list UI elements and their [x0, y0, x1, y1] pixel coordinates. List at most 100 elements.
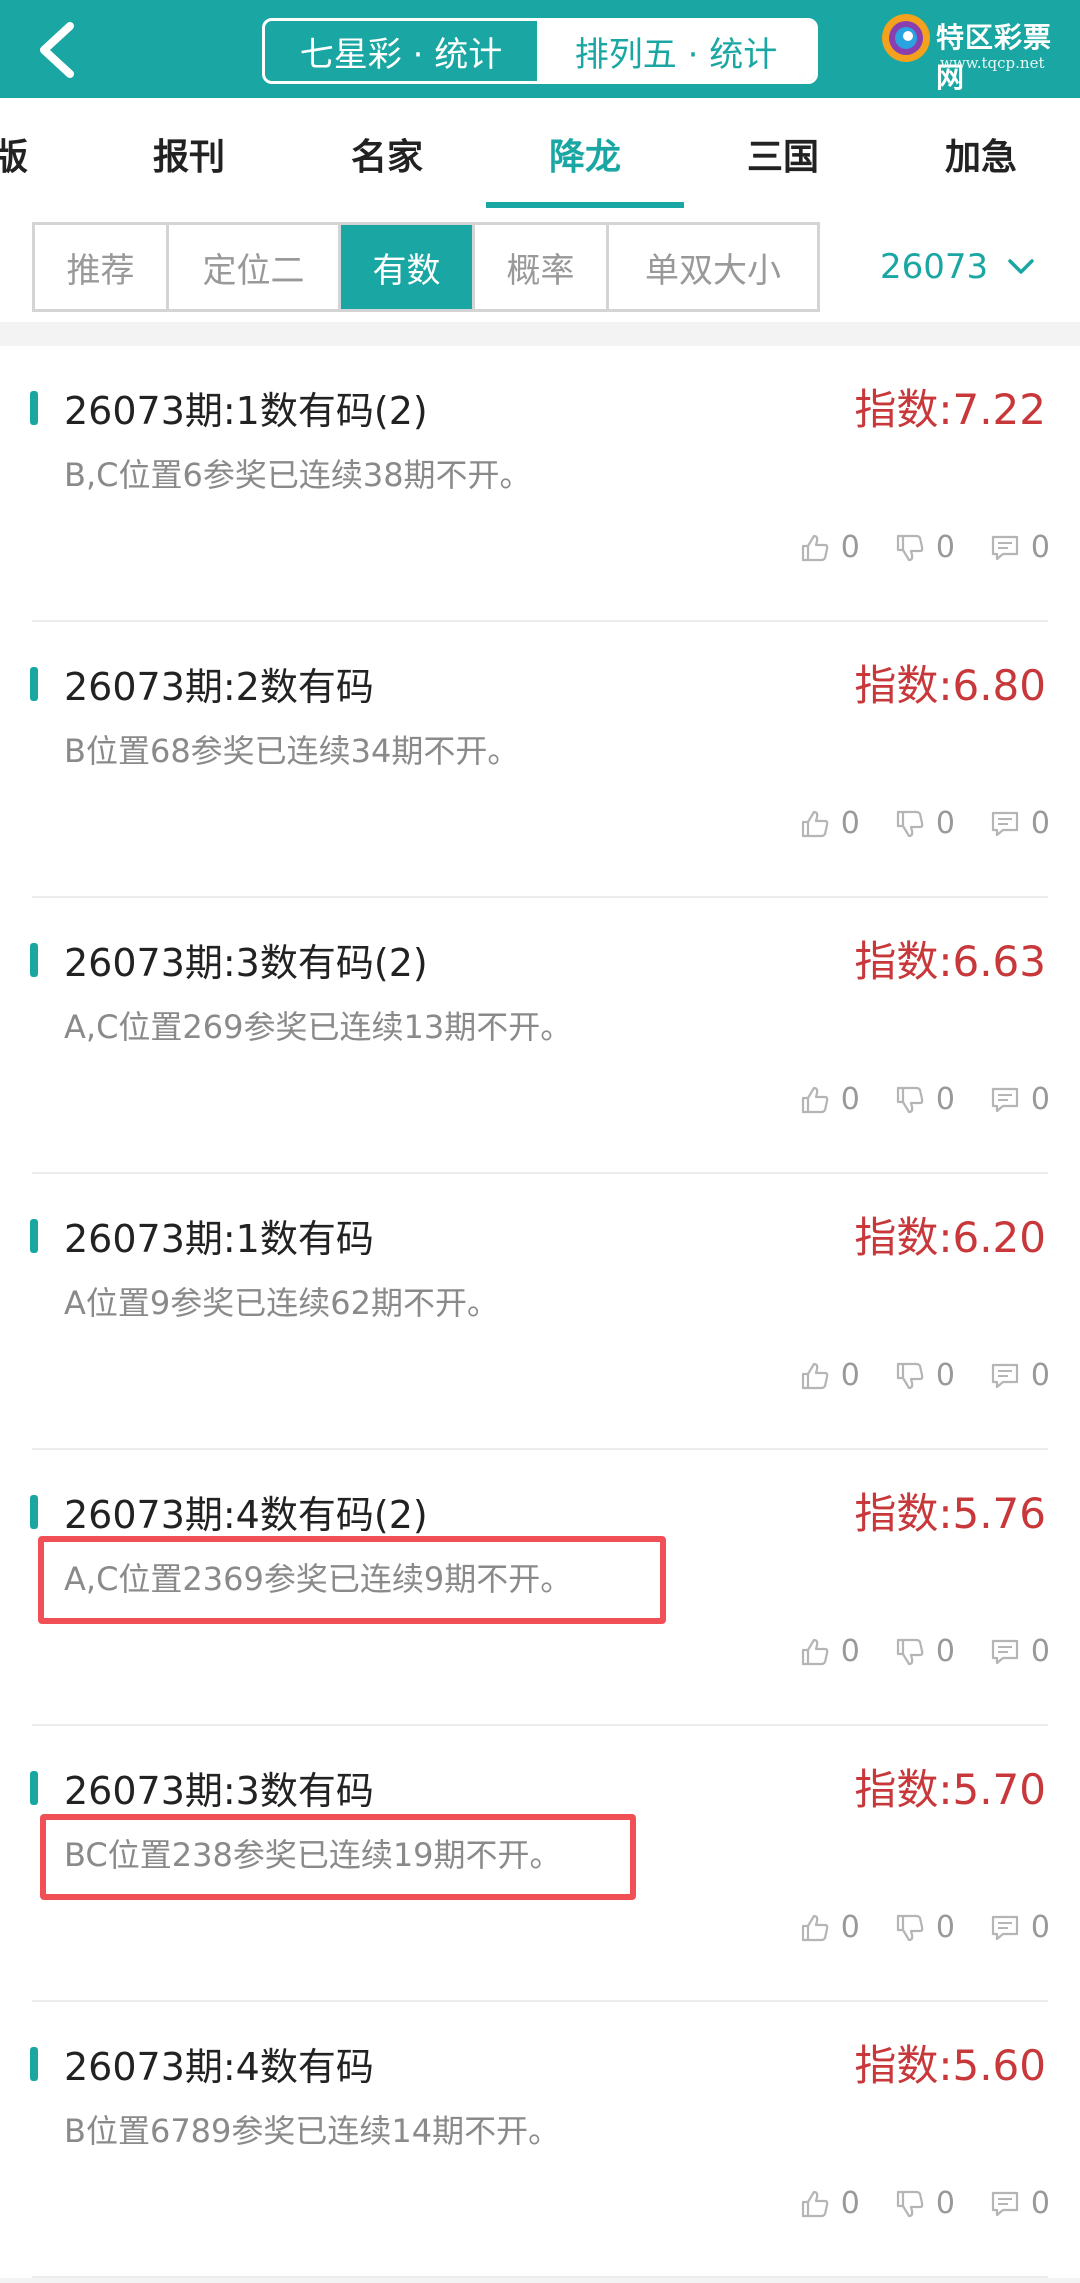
- item-actions: 0 0 0: [765, 1358, 1050, 1393]
- item-accent-bar: [30, 667, 38, 701]
- comment-button[interactable]: 0: [989, 806, 1050, 841]
- thumbs-up-icon: [801, 810, 829, 837]
- list-item[interactable]: 26073期:4数有码 指数:5.60 B位置6789参奖已连续14期不开。 0…: [0, 2002, 1080, 2278]
- thumbs-down-icon: [896, 1362, 924, 1389]
- category-nav: 版 报刊 名家 降龙 三国 加急: [0, 98, 1080, 210]
- subtab-danshuangdaxiao[interactable]: 单双大小: [609, 225, 817, 309]
- comment-count: 0: [1030, 1910, 1050, 1945]
- divider: [32, 2276, 1048, 2278]
- like-count: 0: [840, 806, 860, 841]
- item-accent-bar: [30, 1219, 38, 1253]
- cat-tab-sanguo[interactable]: 三国: [684, 98, 882, 210]
- item-accent-bar: [30, 391, 38, 425]
- period-selector[interactable]: 26073: [880, 222, 1036, 312]
- seg-qixingcai[interactable]: 七星彩 · 统计: [265, 21, 537, 81]
- back-button[interactable]: [30, 20, 90, 80]
- like-count: 0: [840, 1082, 860, 1117]
- subtab-youshu[interactable]: 有数: [341, 225, 475, 309]
- like-button[interactable]: 0: [799, 806, 860, 841]
- chevron-down-icon: [1008, 259, 1034, 274]
- like-button[interactable]: 0: [799, 2186, 860, 2221]
- comment-count: 0: [1030, 1634, 1050, 1669]
- section-gap: [0, 322, 1080, 346]
- list-item[interactable]: 26073期:3数有码 指数:5.70 BC位置238参奖已连续19期不开。 0…: [0, 1726, 1080, 2002]
- item-score: 指数:7.22: [854, 385, 1046, 434]
- comment-count: 0: [1030, 2186, 1050, 2221]
- like-button[interactable]: 0: [799, 1910, 860, 1945]
- comment-icon: [991, 1363, 1019, 1388]
- list-item[interactable]: 26073期:1数有码 指数:6.20 A位置9参奖已连续62期不开。 0 0 …: [0, 1174, 1080, 1450]
- item-title: 26073期:1数有码: [64, 1217, 374, 1261]
- subtab-tuijian[interactable]: 推荐: [35, 225, 169, 309]
- subtab-group: 推荐 定位二 有数 概率 单双大小: [32, 222, 820, 312]
- item-actions: 0 0 0: [765, 806, 1050, 841]
- comment-icon: [991, 2191, 1019, 2216]
- dislike-count: 0: [935, 1634, 955, 1669]
- comment-count: 0: [1030, 1082, 1050, 1117]
- dislike-button[interactable]: 0: [894, 1358, 955, 1393]
- dislike-count: 0: [935, 530, 955, 565]
- dislike-button[interactable]: 0: [894, 1082, 955, 1117]
- list-item[interactable]: 26073期:3数有码(2) 指数:6.63 A,C位置269参奖已连续13期不…: [0, 898, 1080, 1174]
- cat-tab-jiaji[interactable]: 加急: [882, 98, 1080, 210]
- brand-url: www.tqcp.net: [940, 54, 1045, 72]
- thumbs-down-icon: [896, 810, 924, 837]
- like-count: 0: [840, 1358, 860, 1393]
- dislike-count: 0: [935, 806, 955, 841]
- list-item[interactable]: 26073期:1数有码(2) 指数:7.22 B,C位置6参奖已连续38期不开。…: [0, 346, 1080, 622]
- item-desc: B位置6789参奖已连续14期不开。: [64, 2112, 561, 2150]
- like-button[interactable]: 0: [799, 530, 860, 565]
- comment-button[interactable]: 0: [989, 1910, 1050, 1945]
- lottery-switch: 七星彩 · 统计 排列五 · 统计: [262, 18, 818, 84]
- comment-icon: [991, 535, 1019, 560]
- list-item[interactable]: 26073期:4数有码(2) 指数:5.76 A,C位置2369参奖已连续9期不…: [0, 1450, 1080, 1726]
- subtab-gailv[interactable]: 概率: [475, 225, 609, 309]
- dislike-button[interactable]: 0: [894, 2186, 955, 2221]
- period-value: 26073: [880, 247, 989, 287]
- like-button[interactable]: 0: [799, 1358, 860, 1393]
- item-desc: A位置9参奖已连续62期不开。: [64, 1284, 499, 1322]
- dislike-button[interactable]: 0: [894, 806, 955, 841]
- like-button[interactable]: 0: [799, 1082, 860, 1117]
- cat-tab-mingjia[interactable]: 名家: [288, 98, 486, 210]
- comment-button[interactable]: 0: [989, 1358, 1050, 1393]
- comment-icon: [991, 811, 1019, 836]
- thumbs-down-icon: [896, 2190, 924, 2217]
- item-title: 26073期:4数有码: [64, 2045, 374, 2089]
- cat-tab-jianglong[interactable]: 降龙: [486, 98, 684, 210]
- item-accent-bar: [30, 2047, 38, 2081]
- comment-count: 0: [1030, 806, 1050, 841]
- top-header: 七星彩 · 统计 排列五 · 统计 特区彩票网 www.tqcp.net: [0, 0, 1080, 98]
- dislike-button[interactable]: 0: [894, 1910, 955, 1945]
- thumbs-down-icon: [896, 1914, 924, 1941]
- seg-pailiewu[interactable]: 排列五 · 统计: [537, 21, 815, 81]
- item-score: 指数:5.70: [854, 1765, 1046, 1814]
- item-desc: B,C位置6参奖已连续38期不开。: [64, 456, 532, 494]
- comment-button[interactable]: 0: [989, 530, 1050, 565]
- item-title: 26073期:3数有码: [64, 1769, 374, 1813]
- dislike-count: 0: [935, 1358, 955, 1393]
- comment-button[interactable]: 0: [989, 1082, 1050, 1117]
- brand-logo: 特区彩票网 www.tqcp.net: [880, 8, 1076, 94]
- cat-tab-1[interactable]: 版: [0, 98, 60, 210]
- like-count: 0: [840, 1910, 860, 1945]
- comment-button[interactable]: 0: [989, 2186, 1050, 2221]
- item-desc: A,C位置269参奖已连续13期不开。: [64, 1008, 573, 1046]
- like-button[interactable]: 0: [799, 1634, 860, 1669]
- list-item[interactable]: 26073期:2数有码 指数:6.80 B位置68参奖已连续34期不开。 0 0…: [0, 622, 1080, 898]
- item-title: 26073期:2数有码: [64, 665, 374, 709]
- comment-count: 0: [1030, 1358, 1050, 1393]
- item-accent-bar: [30, 1771, 38, 1805]
- comment-button[interactable]: 0: [989, 1634, 1050, 1669]
- dislike-button[interactable]: 0: [894, 1634, 955, 1669]
- thumbs-down-icon: [896, 1086, 924, 1113]
- cat-tab-baokan[interactable]: 报刊: [90, 98, 288, 210]
- like-count: 0: [840, 1634, 860, 1669]
- comment-icon: [991, 1087, 1019, 1112]
- thumbs-up-icon: [801, 534, 829, 561]
- dislike-button[interactable]: 0: [894, 530, 955, 565]
- item-score: 指数:6.20: [854, 1213, 1046, 1262]
- subtab-dingweier[interactable]: 定位二: [169, 225, 341, 309]
- active-tab-underline: [486, 202, 684, 208]
- item-title: 26073期:3数有码(2): [64, 941, 428, 985]
